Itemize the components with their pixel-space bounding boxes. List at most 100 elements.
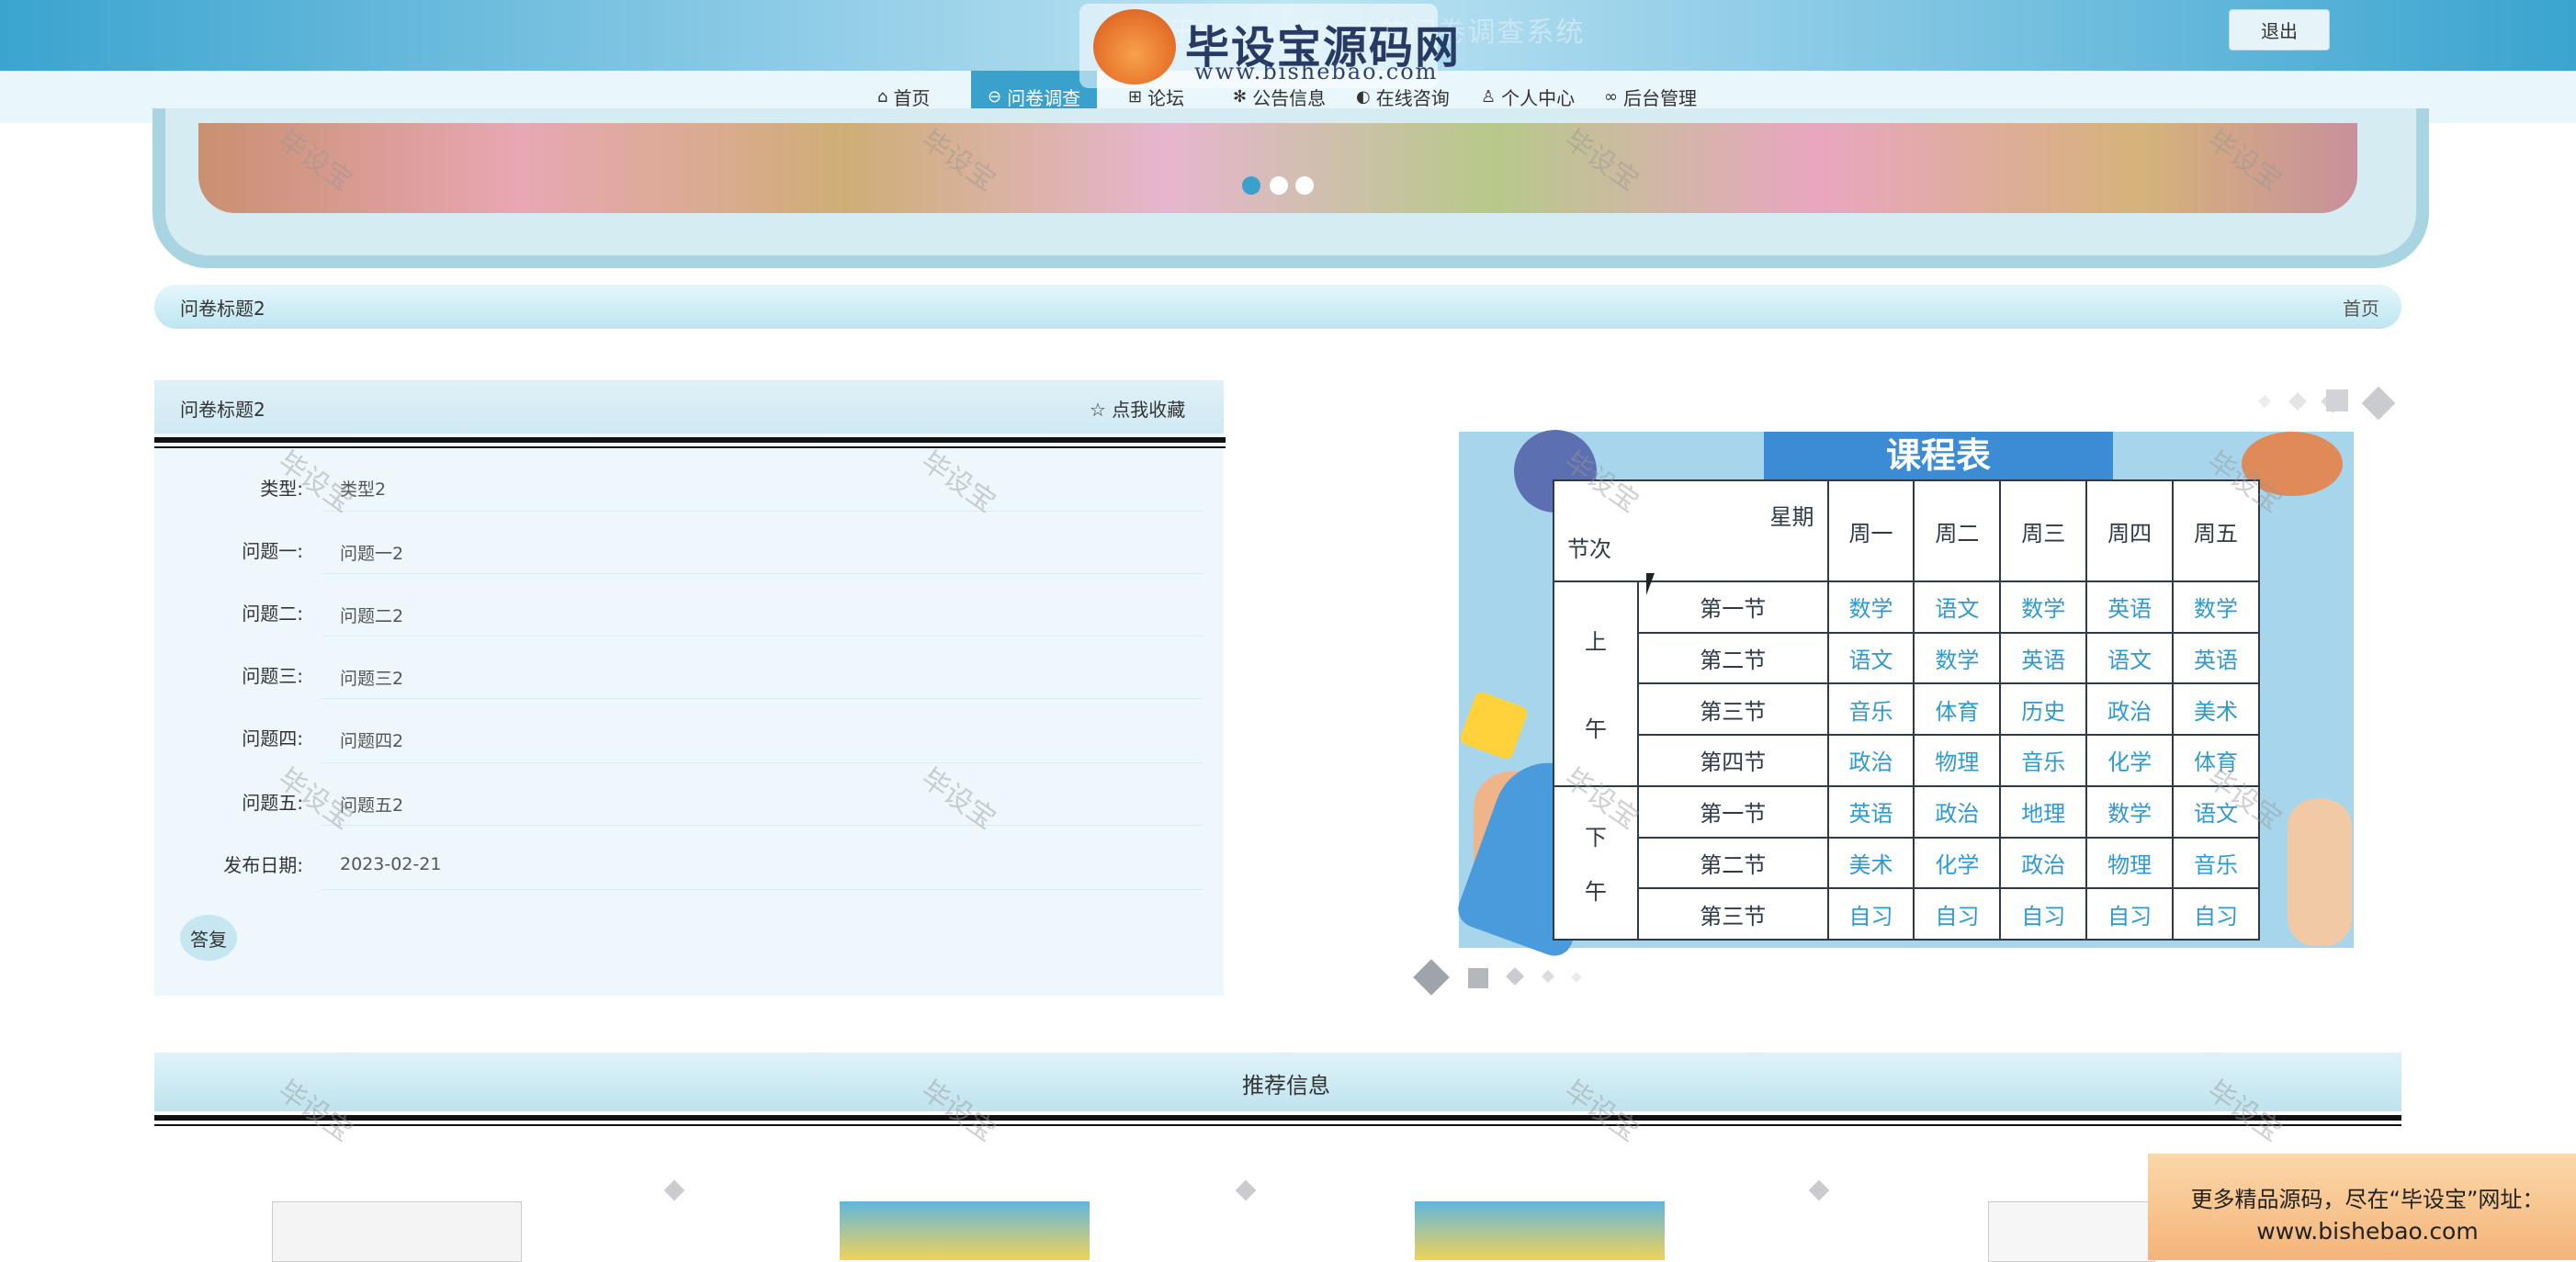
- schedule-slot: 第三节: [1637, 682, 1829, 737]
- breadcrumb-home-link[interactable]: 首页: [2343, 294, 2379, 321]
- schedule-period-am: 上 午: [1553, 580, 1639, 787]
- field-value-q4: 问题四2: [340, 731, 404, 751]
- schedule-cell: 自习: [2172, 887, 2260, 941]
- carousel-thumb[interactable]: [1541, 969, 1555, 984]
- schedule-cell: 语文: [2085, 631, 2175, 685]
- field-label-type: 类型:: [260, 478, 303, 500]
- schedule-cell: 美术: [1826, 836, 1915, 890]
- field-value-type: 类型2: [340, 479, 387, 500]
- field-label-date: 发布日期:: [223, 854, 303, 876]
- recommend-card[interactable]: [1415, 1201, 1665, 1260]
- schedule-cell: 音乐: [2172, 836, 2260, 890]
- schedule-cell: 英语: [2085, 580, 2175, 634]
- schedule-header: 周二: [1913, 479, 2002, 582]
- survey-icon: ⊖: [988, 87, 1002, 107]
- carousel-thumb[interactable]: [1571, 972, 1582, 983]
- schedule-cell: 政治: [1999, 836, 2088, 890]
- field-label-q3: 问题三:: [242, 665, 303, 687]
- mouse-cursor-icon: [1646, 573, 1663, 595]
- carousel-dot[interactable]: [1295, 176, 1314, 195]
- divider: [154, 1124, 2401, 1126]
- divider: [154, 446, 1226, 448]
- field-value-q1: 问题一2: [340, 544, 404, 564]
- recommend-card[interactable]: [840, 1201, 1090, 1260]
- banner-carousel[interactable]: [198, 123, 2357, 213]
- schedule-slot: 第二节: [1637, 631, 1829, 685]
- schedule-period-char: 下: [1585, 825, 1607, 851]
- schedule-table: 星期 节次 周一 周二 周三 周四 周五 上 午 第一节 数学 语文 数学 英语…: [1553, 479, 2260, 941]
- reply-button[interactable]: 答复: [180, 915, 237, 961]
- nav-item-label: 后台管理: [1623, 87, 1697, 109]
- schedule-cell: 地理: [1999, 784, 2088, 839]
- field-value-date: 2023-02-21: [340, 854, 442, 874]
- carousel-thumb[interactable]: [1413, 959, 1450, 996]
- schedule-header: 周四: [2085, 479, 2175, 582]
- schedule-slot: 第二节: [1637, 836, 1829, 890]
- logo-icon: [1093, 9, 1176, 85]
- divider: [322, 762, 1203, 763]
- carousel-thumb[interactable]: [1468, 968, 1488, 988]
- logout-button[interactable]: 退出: [2229, 9, 2330, 51]
- schedule-cell: 数学: [2172, 580, 2260, 634]
- divider: [322, 511, 1203, 512]
- schedule-cell: 语文: [2172, 784, 2260, 839]
- nav-item-label: 个人中心: [1501, 87, 1576, 109]
- schedule-cell: 英语: [2172, 631, 2260, 685]
- divider: [322, 698, 1203, 699]
- schedule-slot: 第一节: [1637, 580, 1829, 634]
- carousel-dot[interactable]: [1270, 176, 1288, 195]
- recommend-card[interactable]: [1988, 1201, 2155, 1262]
- field-label-q4: 问题四:: [242, 727, 303, 749]
- carousel-thumb[interactable]: [2361, 386, 2396, 421]
- schedule-cell: 数学: [1999, 580, 2088, 634]
- divider: [154, 1115, 2401, 1121]
- grid-icon: ⊞: [1128, 87, 1143, 107]
- schedule-period-pm: 下 午: [1553, 784, 1639, 941]
- schedule-slot: 第四节: [1637, 734, 1829, 787]
- field-label-q5: 问题五:: [242, 792, 303, 814]
- carousel-thumb[interactable]: [1808, 1179, 1830, 1201]
- link-icon: ∞: [1604, 87, 1618, 107]
- schedule-cell: 数学: [2085, 784, 2175, 839]
- schedule-cell: 政治: [2085, 682, 2175, 737]
- schedule-cell: 英语: [1826, 784, 1915, 839]
- detail-panel: [154, 380, 1224, 996]
- divider: [322, 825, 1203, 826]
- schedule-cell: 音乐: [1999, 734, 2088, 787]
- schedule-cell: 化学: [1913, 836, 2002, 890]
- schedule-corner: 星期 节次: [1553, 479, 1829, 582]
- user-icon: ♙: [1481, 87, 1497, 107]
- schedule-period-char: 上: [1585, 629, 1607, 656]
- chat-icon: ◐: [1356, 87, 1371, 107]
- carousel-thumb[interactable]: [2288, 392, 2307, 411]
- schedule-cell: 化学: [2085, 734, 2175, 787]
- schedule-cell: 英语: [1999, 631, 2088, 685]
- carousel-dot[interactable]: [1242, 176, 1260, 195]
- home-icon: ⌂: [877, 87, 888, 107]
- schedule-cell: 政治: [1913, 784, 2002, 839]
- carousel-thumb[interactable]: [663, 1179, 685, 1201]
- breadcrumb: [154, 285, 2401, 329]
- schedule-slot-label: 节次: [1567, 536, 1611, 562]
- schedule-cell: 物理: [1913, 734, 2002, 787]
- divider: [322, 889, 1203, 890]
- schedule-cell: 自习: [1999, 887, 2088, 941]
- field-label-q1: 问题一:: [242, 540, 303, 562]
- schedule-cell: 政治: [1826, 734, 1915, 787]
- recommend-card[interactable]: [272, 1201, 522, 1262]
- schedule-cell: 体育: [1913, 682, 2002, 737]
- collect-button[interactable]: ☆ 点我收藏: [1090, 395, 1185, 422]
- schedule-cell: 自习: [1826, 887, 1915, 941]
- carousel-thumb[interactable]: [2257, 394, 2272, 409]
- recommend-title: 推荐信息: [1242, 1073, 1330, 1099]
- schedule-cell: 语文: [1826, 631, 1915, 685]
- schedule-cell: 物理: [2085, 836, 2175, 890]
- carousel-thumb[interactable]: [1235, 1179, 1257, 1201]
- schedule-week-label: 星期: [1769, 504, 1814, 530]
- kid-illustration: [2288, 799, 2352, 946]
- schedule-cell: 音乐: [1826, 682, 1915, 737]
- carousel-thumb[interactable]: [1506, 967, 1524, 986]
- schedule-slot: 第三节: [1637, 887, 1829, 941]
- carousel-thumb[interactable]: [2326, 389, 2348, 411]
- schedule-header: 周三: [1999, 479, 2088, 582]
